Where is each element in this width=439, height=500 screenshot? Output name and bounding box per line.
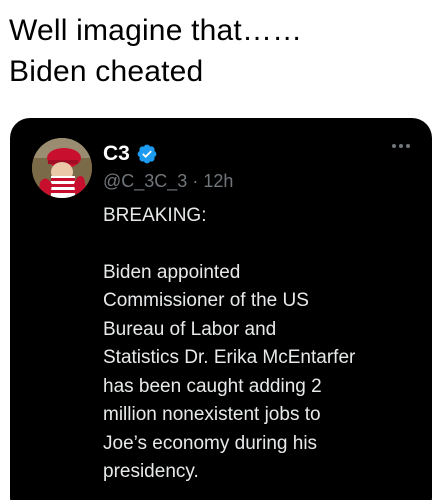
tweet-line: Bureau of Labor and [103, 318, 277, 340]
more-dot [406, 144, 410, 148]
tweet-line: has been caught adding 2 [103, 375, 322, 397]
tweet-line: presidency. [103, 461, 199, 482]
display-name[interactable]: C3 [103, 142, 130, 166]
more-options-icon[interactable] [392, 144, 410, 148]
caption-line-1: Well imagine that…… [9, 14, 303, 47]
tweet-line: Statistics Dr. Erika McEntarfer [103, 347, 356, 368]
dot-separator: · [192, 171, 199, 191]
caption-line-2: Biden cheated [9, 55, 204, 88]
handle-row: @C_3C_3 · 12h [103, 169, 233, 193]
post-caption: Well imagine that…… Biden cheated [9, 10, 434, 92]
avatar[interactable] [32, 138, 92, 198]
handle[interactable]: @C_3C_3 [103, 169, 187, 193]
tweet-line: million nonexistent jobs to [103, 404, 321, 425]
tweet-line: Commissioner of the US [103, 290, 309, 311]
more-dot [399, 144, 403, 148]
tweet-line: BREAKING: [103, 205, 207, 226]
tweet-line: Biden appointed [103, 261, 241, 283]
tweet-text: BREAKING: Biden appointed Commissioner o… [103, 202, 413, 487]
screenshot: Well imagine that…… Biden cheated C3 @C_… [0, 0, 439, 500]
tweet-line: Joe’s economy during his [103, 432, 318, 454]
timestamp[interactable]: 12h [203, 169, 233, 193]
embedded-tweet-card[interactable]: C3 @C_3C_3 · 12h BREAKING: Biden appoint… [10, 118, 432, 500]
verified-badge-icon [137, 144, 157, 164]
author-name-row: C3 [103, 142, 158, 166]
avatar-image [32, 138, 92, 198]
more-dot [392, 144, 396, 148]
